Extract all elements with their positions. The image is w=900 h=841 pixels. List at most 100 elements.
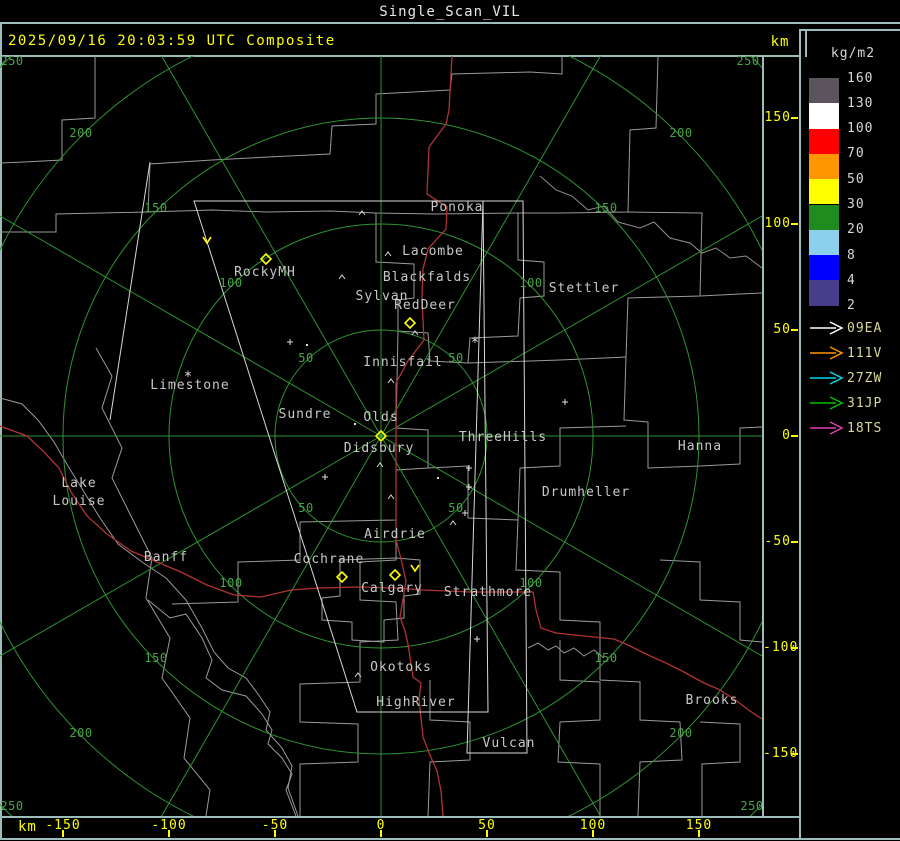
radar-arrow-icon-27ZW [810, 371, 844, 385]
city-label: Banff [144, 550, 188, 565]
range-ring-label: 150 [594, 201, 617, 215]
city-label: ThreeHills [459, 430, 547, 445]
legend-value-label: 8 [847, 247, 856, 263]
x-tick-mark [168, 830, 170, 837]
county-boundary-line [147, 56, 563, 213]
city-label: RockyMH [234, 265, 296, 280]
legend-value-label: 2 [847, 298, 856, 314]
county-boundary-line [699, 292, 762, 297]
y-tick-mark [791, 541, 798, 543]
city-label: HighRiver [376, 695, 455, 710]
city-label: Airdrie [364, 527, 426, 542]
radar-id-label: 09EA [847, 321, 883, 336]
window-title: Single_Scan_VIL [379, 4, 521, 20]
dot-marker [354, 423, 356, 425]
legend-unit-label: kg/m2 [830, 46, 876, 61]
range-ring-label: 50 [298, 351, 313, 365]
range-ring-label: 50 [448, 351, 463, 365]
legend-color-swatch [809, 280, 839, 306]
asterisk-marker: * [184, 369, 192, 385]
frame-line [799, 29, 801, 840]
legend-value-label: 130 [847, 95, 874, 111]
legend-color-swatch [809, 204, 839, 230]
legend-value-label: 160 [847, 70, 874, 86]
range-ring-label: 250 [0, 799, 23, 813]
legend-value-label: 100 [847, 121, 874, 137]
city-label: Vulcan [483, 736, 536, 751]
x-tick-mark [62, 830, 64, 837]
legend-color-swatch [809, 78, 839, 104]
legend-value-label: 50 [847, 171, 865, 187]
station-diamond-marker [403, 316, 417, 330]
caret-marker [387, 494, 395, 500]
range-ring-label: 250 [740, 799, 762, 813]
azimuth-spoke [380, 435, 762, 657]
map-canvas[interactable]: 50 5050 50100 100100 100150 150150 150200 20020… [0, 56, 762, 816]
y-tick-label: 150 [764, 110, 791, 125]
city-label: Strathmore [444, 585, 532, 600]
y-tick-mark [791, 223, 798, 225]
range-ring-label: 250 [736, 56, 759, 68]
radar-id-label: 111V [847, 346, 883, 361]
city-label: RedDeer [394, 298, 456, 313]
legend-color-swatch [809, 103, 839, 129]
range-ring-label: 50 [298, 501, 313, 515]
y-tick-mark [791, 117, 798, 119]
range-ring-label: 200 [69, 126, 92, 140]
city-label: Okotoks [370, 660, 432, 675]
county-boundary-line [321, 557, 421, 643]
y-tick-mark [791, 329, 798, 331]
legend-value-label: 20 [847, 222, 865, 238]
city-label: Blackfalds [383, 270, 471, 285]
y-tick-label: 0 [782, 428, 791, 443]
x-tick-mark [698, 830, 700, 837]
city-label: Hanna [678, 439, 722, 454]
y-tick-label: 50 [773, 322, 791, 337]
city-label: Drumheller [542, 485, 630, 500]
y-tick-label: 100 [764, 216, 791, 231]
city-label: Calgary [361, 581, 423, 596]
range-ring-label: 100 [519, 276, 542, 290]
city-label: Brooks [686, 693, 739, 708]
city-label: Lake [61, 476, 96, 491]
timestamp-label: 2025/09/16 20:03:59 UTC Composite [8, 33, 336, 49]
dot-marker [306, 344, 308, 346]
river-line [527, 642, 605, 659]
county-boundary-line [147, 599, 297, 816]
radar-arrow-icon-18TS [810, 421, 844, 435]
radar-id-label: 31JP [847, 396, 883, 411]
radar-id-label: 27ZW [847, 371, 883, 386]
city-label: Lacombe [402, 244, 464, 259]
x-tick-mark [486, 830, 488, 837]
range-ring-label: 50 [448, 501, 463, 515]
legend-color-swatch [809, 179, 839, 205]
county-boundary-line [95, 347, 211, 816]
range-ring-label: 200 [669, 726, 692, 740]
scan-boundary-overlay [466, 200, 528, 754]
caret-marker [384, 251, 392, 257]
radar-arrow-icon-31JP [810, 396, 844, 410]
county-boundary-line [557, 640, 601, 816]
frame-line [799, 29, 900, 31]
down-arrow-marker [202, 236, 212, 245]
y-tick-label: -100 [763, 640, 799, 655]
y-axis-unit-label: km [770, 34, 790, 50]
county-boundary-line [699, 721, 741, 816]
county-boundary-line [659, 559, 762, 643]
legend-color-swatch [809, 255, 839, 281]
county-boundary-line [518, 56, 659, 214]
x-tick-mark [592, 830, 594, 837]
river-line [539, 175, 762, 269]
x-tick-mark [380, 830, 382, 837]
station-diamond-marker [388, 568, 402, 582]
city-label: Sundre [279, 407, 332, 422]
map-layers: 50 5050 50100 100100 100150 150150 150200 20020… [0, 56, 762, 816]
azimuth-spoke [161, 435, 382, 816]
county-boundary-line [0, 56, 96, 164]
y-tick-mark [791, 647, 798, 649]
range-ring-label: 150 [144, 201, 167, 215]
range-ring-label: 150 [144, 651, 167, 665]
county-boundary-line [0, 397, 299, 816]
station-diamond-marker [335, 570, 349, 584]
caret-marker [338, 274, 346, 280]
